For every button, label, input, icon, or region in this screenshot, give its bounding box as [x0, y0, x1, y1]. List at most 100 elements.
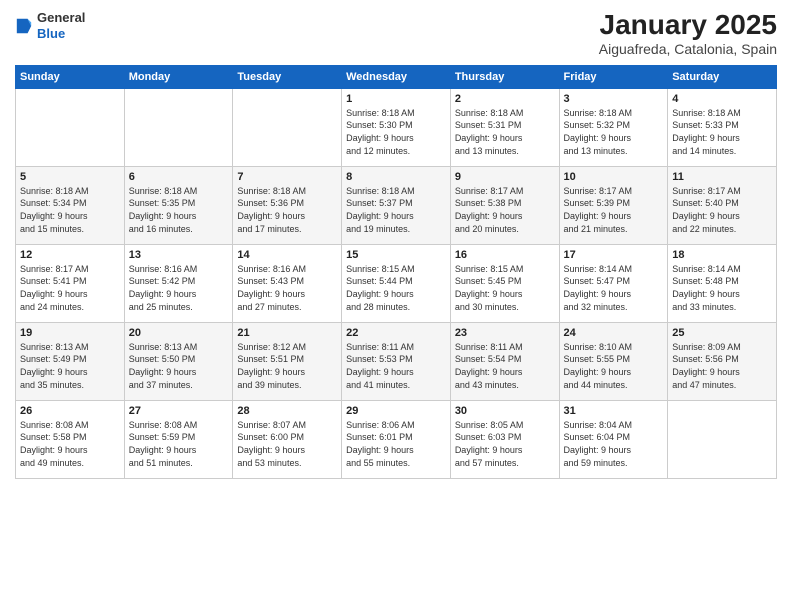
day-info: Sunrise: 8:13 AM Sunset: 5:50 PM Dayligh… [129, 341, 229, 391]
day-info: Sunrise: 8:14 AM Sunset: 5:47 PM Dayligh… [564, 263, 664, 313]
day-info: Sunrise: 8:15 AM Sunset: 5:44 PM Dayligh… [346, 263, 446, 313]
day-info: Sunrise: 8:12 AM Sunset: 5:51 PM Dayligh… [237, 341, 337, 391]
logo: General Blue [15, 10, 85, 41]
day-number: 2 [455, 93, 555, 105]
day-info: Sunrise: 8:11 AM Sunset: 5:53 PM Dayligh… [346, 341, 446, 391]
day-info: Sunrise: 8:18 AM Sunset: 5:32 PM Dayligh… [564, 107, 664, 157]
day-info: Sunrise: 8:06 AM Sunset: 6:01 PM Dayligh… [346, 419, 446, 469]
title-block: January 2025 Aiguafreda, Catalonia, Spai… [599, 10, 777, 57]
logo-general: General [37, 10, 85, 25]
calendar-week-2: 12 Sunrise: 8:17 AM Sunset: 5:41 PM Dayli… [16, 244, 777, 322]
calendar-body: 1Sunrise: 8:18 AM Sunset: 5:30 PM Daylig… [16, 88, 777, 478]
calendar-cell-w2-d5: 17 Sunrise: 8:14 AM Sunset: 5:47 PM Dayli… [559, 244, 668, 322]
day-info: Sunrise: 8:15 AM Sunset: 5:45 PM Dayligh… [455, 263, 555, 313]
day-number: 14 [237, 249, 337, 261]
page-container: General Blue January 2025 Aiguafreda, Ca… [0, 0, 792, 489]
calendar-cell-w2-d1: 13 Sunrise: 8:16 AM Sunset: 5:42 PM Dayli… [124, 244, 233, 322]
day-info: Sunrise: 8:05 AM Sunset: 6:03 PM Dayligh… [455, 419, 555, 469]
day-number: 11 [672, 171, 772, 183]
day-info: Sunrise: 8:18 AM Sunset: 5:36 PM Dayligh… [237, 185, 337, 235]
calendar-week-3: 19 Sunrise: 8:13 AM Sunset: 5:49 PM Dayli… [16, 322, 777, 400]
calendar-cell-w0-d2 [233, 88, 342, 166]
day-number: 5 [20, 171, 120, 183]
day-number: 12 [20, 249, 120, 261]
calendar-week-0: 1Sunrise: 8:18 AM Sunset: 5:30 PM Daylig… [16, 88, 777, 166]
calendar-cell-w2-d4: 16 Sunrise: 8:15 AM Sunset: 5:45 PM Dayli… [450, 244, 559, 322]
day-info: Sunrise: 8:18 AM Sunset: 5:31 PM Dayligh… [455, 107, 555, 157]
day-info: Sunrise: 8:16 AM Sunset: 5:42 PM Dayligh… [129, 263, 229, 313]
day-info: Sunrise: 8:07 AM Sunset: 6:00 PM Dayligh… [237, 419, 337, 469]
calendar-cell-w2-d3: 15 Sunrise: 8:15 AM Sunset: 5:44 PM Dayli… [342, 244, 451, 322]
day-info: Sunrise: 8:17 AM Sunset: 5:40 PM Dayligh… [672, 185, 772, 235]
calendar-header: Sunday Monday Tuesday Wednesday Thursday… [16, 65, 777, 88]
header-thursday: Thursday [450, 65, 559, 88]
calendar-cell-w2-d0: 12 Sunrise: 8:17 AM Sunset: 5:41 PM Dayli… [16, 244, 125, 322]
header-row: Sunday Monday Tuesday Wednesday Thursday… [16, 65, 777, 88]
day-number: 26 [20, 405, 120, 417]
day-number: 23 [455, 327, 555, 339]
day-info: Sunrise: 8:17 AM Sunset: 5:41 PM Dayligh… [20, 263, 120, 313]
logo-icon [15, 15, 33, 37]
day-info: Sunrise: 8:09 AM Sunset: 5:56 PM Dayligh… [672, 341, 772, 391]
logo-blue: Blue [37, 26, 65, 41]
day-info: Sunrise: 8:11 AM Sunset: 5:54 PM Dayligh… [455, 341, 555, 391]
day-number: 24 [564, 327, 664, 339]
calendar-cell-w3-d5: 24Sunrise: 8:10 AM Sunset: 5:55 PM Dayli… [559, 322, 668, 400]
calendar-cell-w4-d5: 31Sunrise: 8:04 AM Sunset: 6:04 PM Dayli… [559, 400, 668, 478]
calendar-cell-w3-d0: 19 Sunrise: 8:13 AM Sunset: 5:49 PM Dayli… [16, 322, 125, 400]
day-info: Sunrise: 8:13 AM Sunset: 5:49 PM Dayligh… [20, 341, 120, 391]
header-monday: Monday [124, 65, 233, 88]
calendar-cell-w0-d4: 2 Sunrise: 8:18 AM Sunset: 5:31 PM Daylig… [450, 88, 559, 166]
day-number: 19 [20, 327, 120, 339]
calendar-cell-w3-d4: 23 Sunrise: 8:11 AM Sunset: 5:54 PM Dayli… [450, 322, 559, 400]
day-number: 20 [129, 327, 229, 339]
calendar-cell-w1-d4: 9 Sunrise: 8:17 AM Sunset: 5:38 PM Daylig… [450, 166, 559, 244]
header-wednesday: Wednesday [342, 65, 451, 88]
logo-text: General Blue [37, 10, 85, 41]
calendar-cell-w0-d1 [124, 88, 233, 166]
header-friday: Friday [559, 65, 668, 88]
calendar-title: January 2025 [599, 10, 777, 41]
day-number: 29 [346, 405, 446, 417]
day-info: Sunrise: 8:18 AM Sunset: 5:34 PM Dayligh… [20, 185, 120, 235]
day-number: 16 [455, 249, 555, 261]
day-info: Sunrise: 8:17 AM Sunset: 5:38 PM Dayligh… [455, 185, 555, 235]
day-info: Sunrise: 8:08 AM Sunset: 5:59 PM Dayligh… [129, 419, 229, 469]
day-number: 6 [129, 171, 229, 183]
day-number: 9 [455, 171, 555, 183]
day-number: 18 [672, 249, 772, 261]
calendar-cell-w3-d6: 25Sunrise: 8:09 AM Sunset: 5:56 PM Dayli… [668, 322, 777, 400]
header-tuesday: Tuesday [233, 65, 342, 88]
day-number: 13 [129, 249, 229, 261]
calendar-cell-w0-d5: 3 Sunrise: 8:18 AM Sunset: 5:32 PM Daylig… [559, 88, 668, 166]
day-number: 7 [237, 171, 337, 183]
day-info: Sunrise: 8:18 AM Sunset: 5:37 PM Dayligh… [346, 185, 446, 235]
page-header: General Blue January 2025 Aiguafreda, Ca… [15, 10, 777, 57]
calendar-cell-w1-d1: 6Sunrise: 8:18 AM Sunset: 5:35 PM Daylig… [124, 166, 233, 244]
calendar-cell-w4-d6 [668, 400, 777, 478]
calendar-cell-w4-d4: 30 Sunrise: 8:05 AM Sunset: 6:03 PM Dayli… [450, 400, 559, 478]
calendar-cell-w3-d2: 21Sunrise: 8:12 AM Sunset: 5:51 PM Dayli… [233, 322, 342, 400]
calendar-week-1: 5 Sunrise: 8:18 AM Sunset: 5:34 PM Daylig… [16, 166, 777, 244]
day-info: Sunrise: 8:18 AM Sunset: 5:33 PM Dayligh… [672, 107, 772, 157]
calendar-week-4: 26Sunrise: 8:08 AM Sunset: 5:58 PM Dayli… [16, 400, 777, 478]
calendar-cell-w4-d3: 29 Sunrise: 8:06 AM Sunset: 6:01 PM Dayli… [342, 400, 451, 478]
calendar-cell-w4-d2: 28Sunrise: 8:07 AM Sunset: 6:00 PM Dayli… [233, 400, 342, 478]
calendar-cell-w4-d0: 26Sunrise: 8:08 AM Sunset: 5:58 PM Dayli… [16, 400, 125, 478]
calendar-cell-w3-d1: 20 Sunrise: 8:13 AM Sunset: 5:50 PM Dayli… [124, 322, 233, 400]
day-number: 17 [564, 249, 664, 261]
day-number: 15 [346, 249, 446, 261]
calendar-cell-w0-d6: 4Sunrise: 8:18 AM Sunset: 5:33 PM Daylig… [668, 88, 777, 166]
day-number: 30 [455, 405, 555, 417]
calendar-cell-w0-d0 [16, 88, 125, 166]
day-number: 22 [346, 327, 446, 339]
day-info: Sunrise: 8:04 AM Sunset: 6:04 PM Dayligh… [564, 419, 664, 469]
day-number: 3 [564, 93, 664, 105]
day-number: 1 [346, 93, 446, 105]
calendar-cell-w1-d5: 10Sunrise: 8:17 AM Sunset: 5:39 PM Dayli… [559, 166, 668, 244]
calendar-cell-w2-d2: 14Sunrise: 8:16 AM Sunset: 5:43 PM Dayli… [233, 244, 342, 322]
day-number: 8 [346, 171, 446, 183]
calendar-subtitle: Aiguafreda, Catalonia, Spain [599, 41, 777, 57]
day-number: 10 [564, 171, 664, 183]
day-number: 27 [129, 405, 229, 417]
